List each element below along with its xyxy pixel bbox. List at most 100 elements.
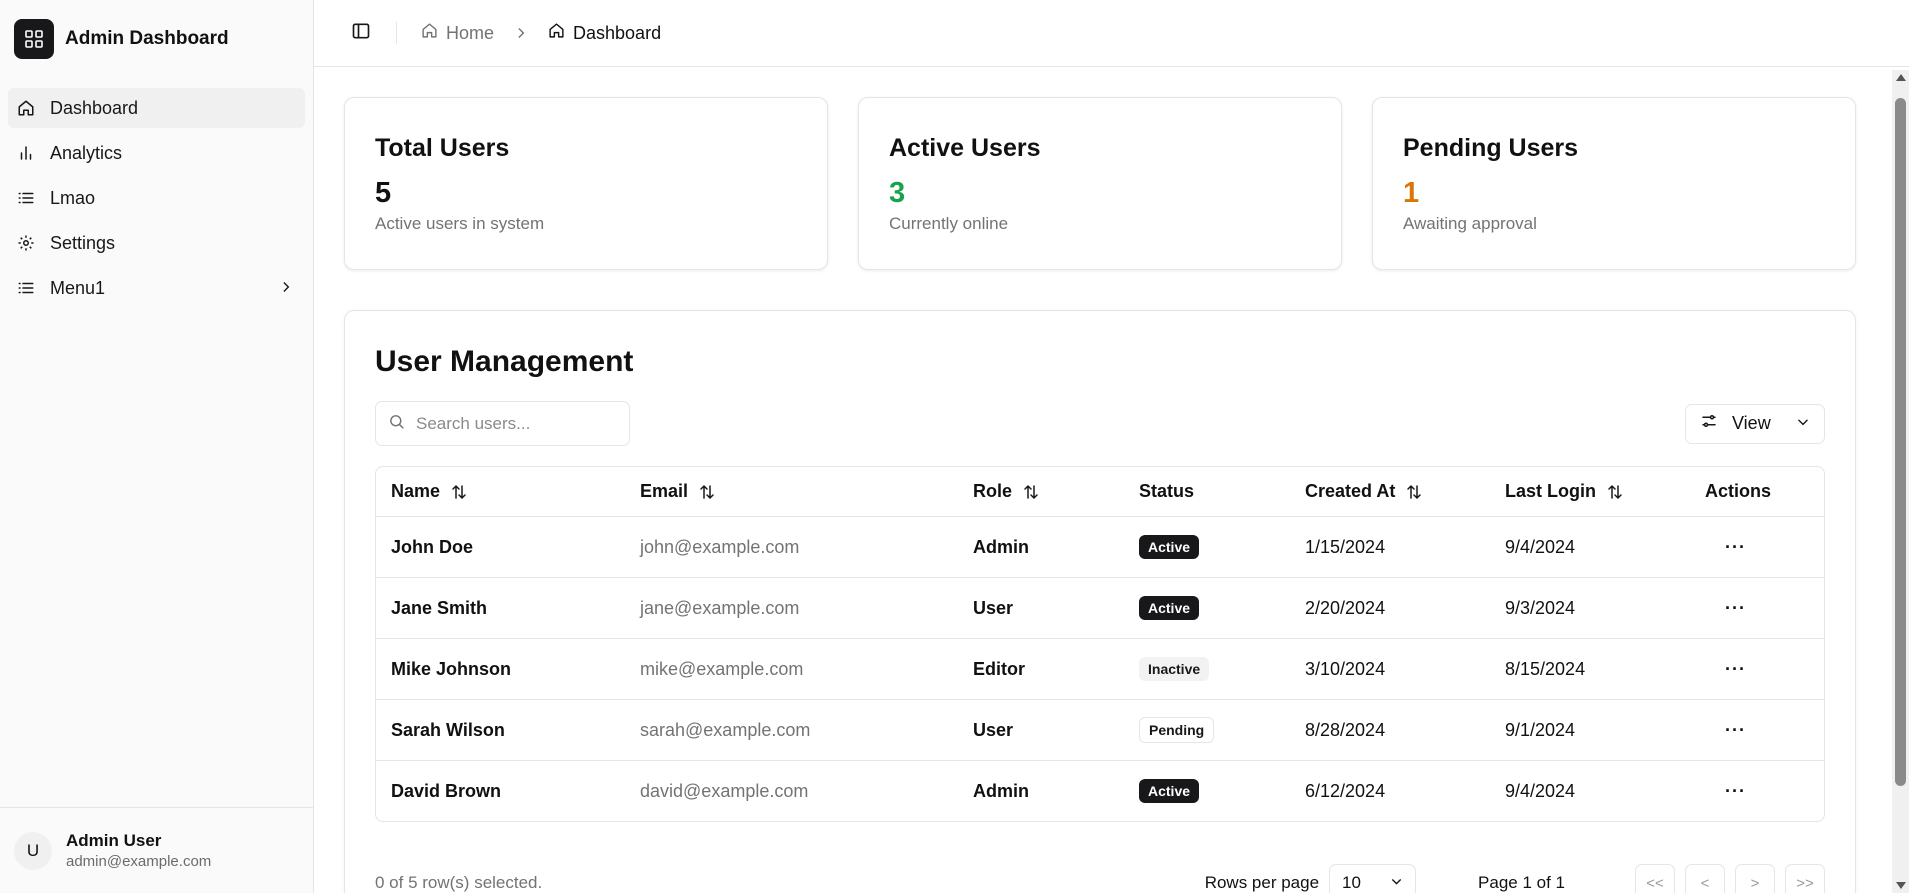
breadcrumb-current-label: Dashboard xyxy=(573,22,662,43)
chevron-right-icon[interactable] xyxy=(279,278,293,299)
sort-icon[interactable] xyxy=(1606,483,1624,501)
chevron-down-icon xyxy=(1390,873,1403,893)
rows-per-page: Rows per page 10 xyxy=(1204,864,1417,893)
next-page-button[interactable]: > xyxy=(1735,864,1775,893)
cell-created-at: 1/15/2024 xyxy=(1305,536,1386,557)
cell-last-login: 9/4/2024 xyxy=(1505,780,1576,801)
stat-value: 3 xyxy=(889,177,906,209)
stat-value: 5 xyxy=(375,177,392,209)
status-badge: Pending xyxy=(1139,717,1215,743)
rows-per-page-value: 10 xyxy=(1342,873,1361,892)
sidebar-item-label: Lmao xyxy=(50,187,96,208)
stat-value: 1 xyxy=(1403,177,1420,209)
more-actions-icon[interactable]: ··· xyxy=(1705,720,1746,741)
more-actions-icon[interactable]: ··· xyxy=(1705,598,1746,619)
stat-title: Active Users xyxy=(889,134,1041,162)
table-row[interactable]: Jane Smith jane@example.com User Active … xyxy=(376,577,1824,638)
table-toolbar: View xyxy=(375,401,1825,446)
sidebar-item-dashboard[interactable]: Dashboard xyxy=(8,88,305,128)
sort-icon[interactable] xyxy=(450,483,468,501)
content: Total Users 5 Active users in system Act… xyxy=(344,97,1856,893)
sidebar-item-lmao[interactable]: Lmao xyxy=(8,178,305,218)
cell-created-at: 3/10/2024 xyxy=(1305,658,1386,679)
sidebar-item-label: Analytics xyxy=(50,142,123,163)
table-row[interactable]: John Doe john@example.com Admin Active 1… xyxy=(376,516,1824,577)
cell-actions: ··· xyxy=(1690,720,1800,741)
more-actions-icon[interactable]: ··· xyxy=(1705,781,1746,802)
more-actions-icon[interactable]: ··· xyxy=(1705,537,1746,558)
cell-created-at: 6/12/2024 xyxy=(1305,780,1386,801)
rows-per-page-label: Rows per page xyxy=(1204,873,1320,892)
sidebar-toggle-button[interactable] xyxy=(350,22,372,44)
sidebar: Admin Dashboard Dashboard Analytics Lmao xyxy=(0,0,314,893)
cell-role: User xyxy=(973,597,1014,618)
table-row[interactable]: Mike Johnson mike@example.com Editor Ina… xyxy=(376,638,1824,699)
topbar: Home Dashboard xyxy=(314,0,1909,67)
column-header-last-login: Last Login xyxy=(1490,481,1690,502)
sidebar-item-label: Settings xyxy=(50,232,116,253)
sidebar-item-settings[interactable]: Settings xyxy=(8,223,305,263)
status-badge: Active xyxy=(1139,779,1200,803)
cell-status: Active xyxy=(1124,779,1290,803)
search-icon xyxy=(388,413,405,435)
table-row[interactable]: Sarah Wilson sarah@example.com User Pend… xyxy=(376,699,1824,760)
cell-last-login: 8/15/2024 xyxy=(1505,658,1586,679)
user-profile[interactable]: U Admin User admin@example.com xyxy=(0,807,313,893)
scroll-up-arrow-icon[interactable] xyxy=(1896,74,1906,81)
view-options-button[interactable]: View xyxy=(1685,403,1825,444)
cell-status: Active xyxy=(1124,535,1290,559)
brand[interactable]: Admin Dashboard xyxy=(0,0,313,78)
scrollbar-thumb[interactable] xyxy=(1895,98,1906,786)
avatar: U xyxy=(14,831,52,870)
table-footer: 0 of 5 row(s) selected. Rows per page 10… xyxy=(375,864,1825,893)
cell-status: Active xyxy=(1124,596,1290,620)
vertical-scrollbar[interactable] xyxy=(1892,70,1909,893)
user-info: Admin User admin@example.com xyxy=(66,831,211,870)
cell-actions: ··· xyxy=(1690,659,1800,680)
search-input[interactable] xyxy=(416,413,616,434)
user-email: admin@example.com xyxy=(66,853,212,870)
cell-name: Sarah Wilson xyxy=(391,719,505,740)
sort-icon[interactable] xyxy=(1022,483,1040,501)
cell-email: john@example.com xyxy=(640,536,800,557)
breadcrumb-home-label: Home xyxy=(446,22,495,43)
sidebar-nav: Dashboard Analytics Lmao Settings Menu1 xyxy=(0,78,313,313)
column-header-actions: Actions xyxy=(1690,481,1800,502)
stat-card-active-users: Active Users 3 Currently online xyxy=(858,97,1342,270)
page-info: Page 1 of 1 xyxy=(1478,873,1565,892)
column-header-label: Name xyxy=(391,481,441,501)
column-header-label: Role xyxy=(973,481,1013,501)
stat-title: Pending Users xyxy=(1403,134,1579,162)
chevron-down-icon xyxy=(1796,413,1810,434)
column-header-email: Email xyxy=(625,481,958,502)
column-header-label: Actions xyxy=(1705,481,1772,501)
sort-icon[interactable] xyxy=(1405,483,1423,501)
brand-title: Admin Dashboard xyxy=(65,28,229,49)
sidebar-item-menu1[interactable]: Menu1 xyxy=(8,268,305,308)
cell-name: David Brown xyxy=(391,780,502,801)
sliders-icon xyxy=(1700,412,1718,435)
more-actions-icon[interactable]: ··· xyxy=(1705,659,1746,680)
cell-email: mike@example.com xyxy=(640,658,804,679)
breadcrumb-home[interactable]: Home xyxy=(421,22,494,44)
panel-left-icon xyxy=(351,21,371,46)
status-badge: Active xyxy=(1139,596,1200,620)
sidebar-item-label: Dashboard xyxy=(50,97,139,118)
column-header-label: Created At xyxy=(1305,481,1396,501)
previous-page-button[interactable]: < xyxy=(1685,864,1725,893)
scroll-down-arrow-icon[interactable] xyxy=(1896,882,1906,889)
divider xyxy=(396,22,397,44)
sort-icon[interactable] xyxy=(698,483,716,501)
main-area: Home Dashboard Total Users 5 Active user… xyxy=(314,0,1909,893)
cell-role: User xyxy=(973,719,1014,740)
first-page-button[interactable]: << xyxy=(1635,864,1675,893)
cell-email: jane@example.com xyxy=(640,597,800,618)
table-row[interactable]: David Brown david@example.com Admin Acti… xyxy=(376,760,1824,821)
cell-status: Pending xyxy=(1124,717,1290,743)
last-page-button[interactable]: >> xyxy=(1785,864,1825,893)
rows-per-page-select[interactable]: 10 xyxy=(1329,864,1417,893)
cell-created-at: 2/20/2024 xyxy=(1305,597,1386,618)
app-root: Admin Dashboard Dashboard Analytics Lmao xyxy=(0,0,1909,893)
column-header-status: Status xyxy=(1124,481,1290,502)
sidebar-item-analytics[interactable]: Analytics xyxy=(8,133,305,173)
